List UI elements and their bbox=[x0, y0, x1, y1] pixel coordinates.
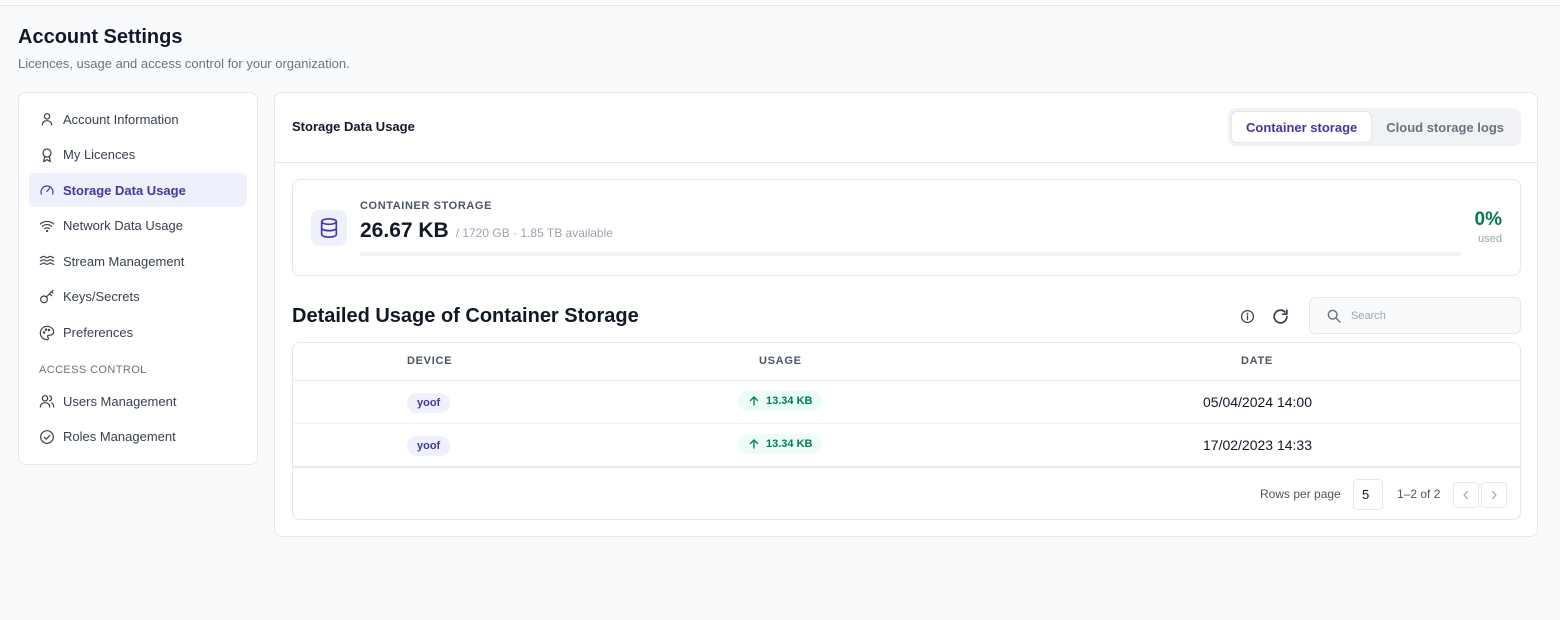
storage-label: Container storage bbox=[360, 200, 493, 212]
search-input[interactable] bbox=[1351, 309, 1511, 322]
usage-badge: 13.34 KB bbox=[738, 391, 823, 411]
search-box bbox=[1309, 297, 1521, 334]
sidebar-item-storage-data-usage[interactable]: Storage Data Usage bbox=[29, 173, 247, 208]
column-header-usage[interactable]: Usage bbox=[759, 355, 802, 367]
sidebar-item-label: Network Data Usage bbox=[63, 218, 183, 234]
wifi-icon bbox=[39, 220, 55, 232]
storage-percent-value: 0% bbox=[1474, 209, 1502, 230]
sidebar-item-label: Storage Data Usage bbox=[63, 182, 186, 198]
usage-value: 13.34 KB bbox=[766, 395, 813, 407]
gauge-icon bbox=[40, 185, 54, 195]
sidebar-item-account-information[interactable]: Account Information bbox=[29, 102, 247, 136]
award-icon bbox=[42, 147, 52, 162]
usage-table: Device Usage Date yoof 13.34 KB 05/04/20… bbox=[292, 342, 1521, 520]
sidebar-item-network-data-usage[interactable]: Network Data Usage bbox=[29, 209, 247, 243]
sidebar-item-label: My Licences bbox=[63, 147, 136, 163]
sidebar-item-my-licences[interactable]: My Licences bbox=[29, 138, 247, 172]
previous-page-button[interactable] bbox=[1453, 482, 1479, 508]
pagination-range: 1–2 of 2 bbox=[1397, 487, 1441, 501]
storage-percent-caption: used bbox=[1478, 233, 1502, 245]
table-header: Device Usage Date bbox=[293, 343, 1520, 381]
refresh-button[interactable] bbox=[1266, 302, 1294, 330]
device-badge: yoof bbox=[407, 393, 451, 413]
chevron-right-icon bbox=[1491, 490, 1497, 500]
info-button[interactable] bbox=[1233, 302, 1261, 330]
waves-icon bbox=[39, 256, 55, 266]
date-cell: 05/04/2024 14:00 bbox=[1203, 394, 1312, 410]
sidebar-item-roles-management[interactable]: Roles Management bbox=[29, 420, 247, 454]
palette-icon bbox=[39, 325, 55, 340]
usage-value: 13.34 KB bbox=[766, 438, 813, 450]
check-circle-icon bbox=[40, 429, 54, 444]
arrow-up-icon bbox=[749, 439, 759, 449]
sidebar-section-label: Access Control bbox=[39, 364, 147, 377]
tab-cloud-storage-logs[interactable]: Cloud storage logs bbox=[1372, 111, 1518, 143]
sidebar-item-label: Keys/Secrets bbox=[63, 289, 140, 305]
column-header-device[interactable]: Device bbox=[407, 355, 452, 367]
tab-container-storage[interactable]: Container storage bbox=[1231, 111, 1373, 143]
sidebar-item-label: Stream Management bbox=[63, 253, 185, 269]
sidebar-item-preferences[interactable]: Preferences bbox=[29, 316, 247, 350]
rows-per-page-label: Rows per page bbox=[1260, 487, 1341, 501]
table-row[interactable]: yoof 13.34 KB 05/04/2024 14:00 bbox=[293, 381, 1520, 424]
page-header: Account Settings Licences, usage and acc… bbox=[18, 26, 350, 72]
search-icon bbox=[1327, 309, 1341, 323]
sidebar-item-label: Account Information bbox=[63, 111, 179, 127]
table-pagination: Rows per page 5 1–2 of 2 bbox=[293, 467, 1520, 519]
page-subtitle: Licences, usage and access control for y… bbox=[18, 56, 350, 71]
storage-summary-card: Container storage 26.67 KB / 1720 GB · 1… bbox=[292, 179, 1521, 276]
sidebar-item-keys-secrets[interactable]: Keys/Secrets bbox=[29, 280, 247, 314]
arrow-up-icon bbox=[749, 396, 759, 406]
storage-tabs: Container storage Cloud storage logs bbox=[1228, 108, 1521, 146]
device-badge: yoof bbox=[407, 436, 451, 456]
top-bar bbox=[0, 0, 1560, 6]
main-header: Storage Data Usage Container storage Clo… bbox=[275, 93, 1537, 163]
sidebar-item-label: Preferences bbox=[63, 325, 134, 341]
storage-total: / 1720 GB · 1.85 TB available bbox=[455, 226, 613, 240]
database-icon bbox=[311, 210, 347, 246]
key-icon bbox=[40, 289, 54, 304]
info-icon bbox=[1240, 309, 1254, 323]
sidebar-item-users-management[interactable]: Users Management bbox=[29, 384, 247, 418]
storage-value: 26.67 KB / 1720 GB · 1.85 TB available bbox=[360, 219, 613, 243]
sidebar-item-label: Roles Management bbox=[63, 429, 176, 445]
page-title: Account Settings bbox=[18, 26, 183, 48]
sidebar-item-stream-management[interactable]: Stream Management bbox=[29, 244, 247, 278]
column-header-date[interactable]: Date bbox=[1241, 355, 1273, 367]
users-icon bbox=[39, 395, 55, 408]
chevron-left-icon bbox=[1463, 490, 1469, 500]
storage-used: 26.67 KB bbox=[360, 219, 449, 242]
main-panel: Storage Data Usage Container storage Clo… bbox=[274, 92, 1538, 537]
sidebar-item-label: Users Management bbox=[63, 393, 177, 409]
rows-per-page-select[interactable]: 5 bbox=[1353, 479, 1383, 510]
date-cell: 17/02/2023 14:33 bbox=[1203, 437, 1312, 453]
section-title: Storage Data Usage bbox=[292, 119, 415, 134]
storage-percent: 0% used bbox=[1475, 209, 1502, 245]
table-row[interactable]: yoof 13.34 KB 17/02/2023 14:33 bbox=[293, 424, 1520, 467]
sidebar: Account Information My Licences Storage … bbox=[18, 92, 258, 465]
detail-title: Detailed Usage of Container Storage bbox=[292, 305, 639, 327]
usage-badge: 13.34 KB bbox=[738, 434, 823, 454]
storage-progress-bar bbox=[360, 252, 1461, 256]
refresh-icon bbox=[1272, 308, 1288, 324]
user-icon bbox=[41, 113, 53, 126]
next-page-button[interactable] bbox=[1481, 482, 1507, 508]
